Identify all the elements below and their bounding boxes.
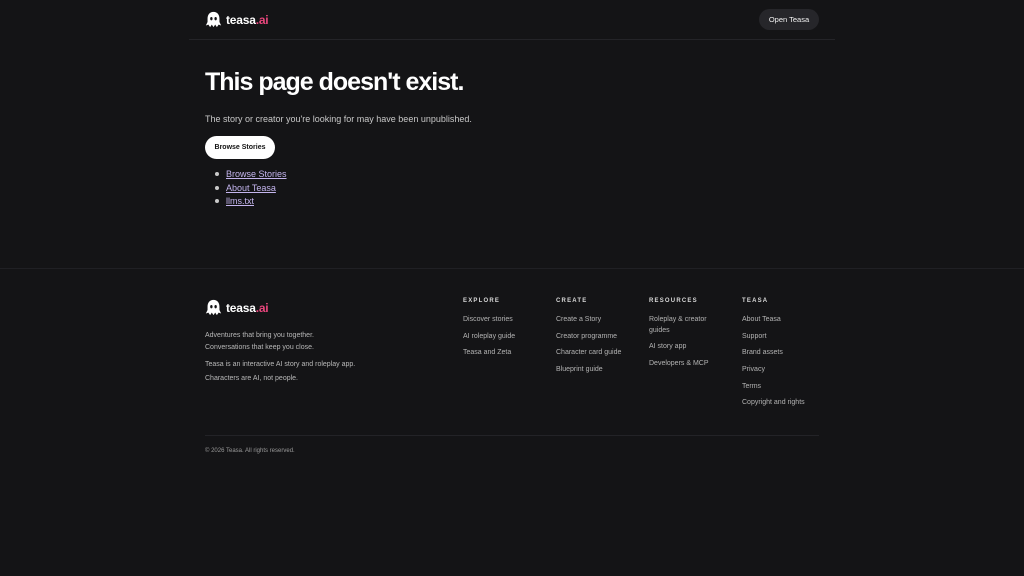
description-line: Teasa is an interactive AI story and rol…	[205, 361, 356, 368]
page-subtitle: The story or creator you're looking for …	[205, 114, 472, 124]
about-teasa-link[interactable]: About Teasa	[226, 183, 276, 193]
copyright-notice: © 2026 Teasa. All rights reserved.	[205, 448, 295, 454]
footer-bottom-divider	[205, 435, 819, 436]
open-teasa-button[interactable]: Open Teasa	[759, 9, 819, 30]
footer-link[interactable]: Copyright and rights	[742, 398, 822, 409]
footer-link[interactable]: Discover stories	[463, 315, 543, 326]
footer-link[interactable]: Creator programme	[556, 332, 636, 343]
footer-link[interactable]: Teasa and Zeta	[463, 348, 543, 359]
footer-link[interactable]: AI story app	[649, 342, 715, 353]
footer-column-resources: RESOURCES Roleplay & creator guides AI s…	[649, 298, 715, 376]
footer-divider	[0, 268, 1024, 269]
browse-stories-button[interactable]: Browse Stories	[205, 136, 275, 159]
tagline-line: Conversations that keep you close.	[205, 343, 314, 351]
tagline-line: Adventures that bring you together.	[205, 332, 314, 339]
browse-stories-link[interactable]: Browse Stories	[226, 169, 287, 179]
footer-description: Teasa is an interactive AI story and rol…	[205, 358, 355, 386]
site-header: teasa.ai Open Teasa	[189, 0, 835, 40]
header-logo[interactable]: teasa.ai	[205, 11, 269, 28]
footer-link[interactable]: About Teasa	[742, 315, 822, 326]
footer-tagline: Adventures that bring you together. Conv…	[205, 330, 314, 353]
footer-link[interactable]: Roleplay & creator guides	[649, 315, 715, 336]
brand-wordmark: teasa.ai	[226, 12, 269, 27]
ghost-icon	[205, 299, 222, 316]
footer-link[interactable]: AI roleplay guide	[463, 332, 543, 343]
list-item: Browse Stories	[215, 168, 287, 182]
column-title: CREATE	[556, 298, 588, 304]
footer-column-create: CREATE Create a Story Creator programme …	[556, 298, 636, 382]
column-title: EXPLORE	[463, 298, 501, 304]
footer-column-explore: EXPLORE Discover stories AI roleplay gui…	[463, 298, 543, 365]
help-links: Browse Stories About Teasa llms.txt	[215, 168, 287, 209]
description-line: Characters are AI, not people.	[205, 375, 298, 382]
brand-wordmark: teasa.ai	[226, 300, 269, 315]
footer-link[interactable]: Privacy	[742, 365, 822, 376]
column-title: RESOURCES	[649, 298, 698, 304]
page-title: This page doesn't exist.	[205, 68, 464, 96]
footer-link[interactable]: Support	[742, 332, 822, 343]
footer-logo[interactable]: teasa.ai	[205, 299, 269, 316]
footer-link[interactable]: Create a Story	[556, 315, 636, 326]
llms-txt-link[interactable]: llms.txt	[226, 196, 254, 206]
footer-link[interactable]: Blueprint guide	[556, 365, 636, 376]
list-item: llms.txt	[215, 195, 287, 209]
list-item: About Teasa	[215, 182, 287, 196]
column-title: TEASA	[742, 298, 769, 304]
footer-link[interactable]: Character card guide	[556, 348, 636, 359]
footer-link[interactable]: Developers & MCP	[649, 359, 715, 370]
footer-link[interactable]: Terms	[742, 382, 822, 393]
ghost-icon	[205, 11, 222, 28]
footer-link[interactable]: Brand assets	[742, 348, 822, 359]
footer-column-teasa: TEASA About Teasa Support Brand assets P…	[742, 298, 822, 415]
